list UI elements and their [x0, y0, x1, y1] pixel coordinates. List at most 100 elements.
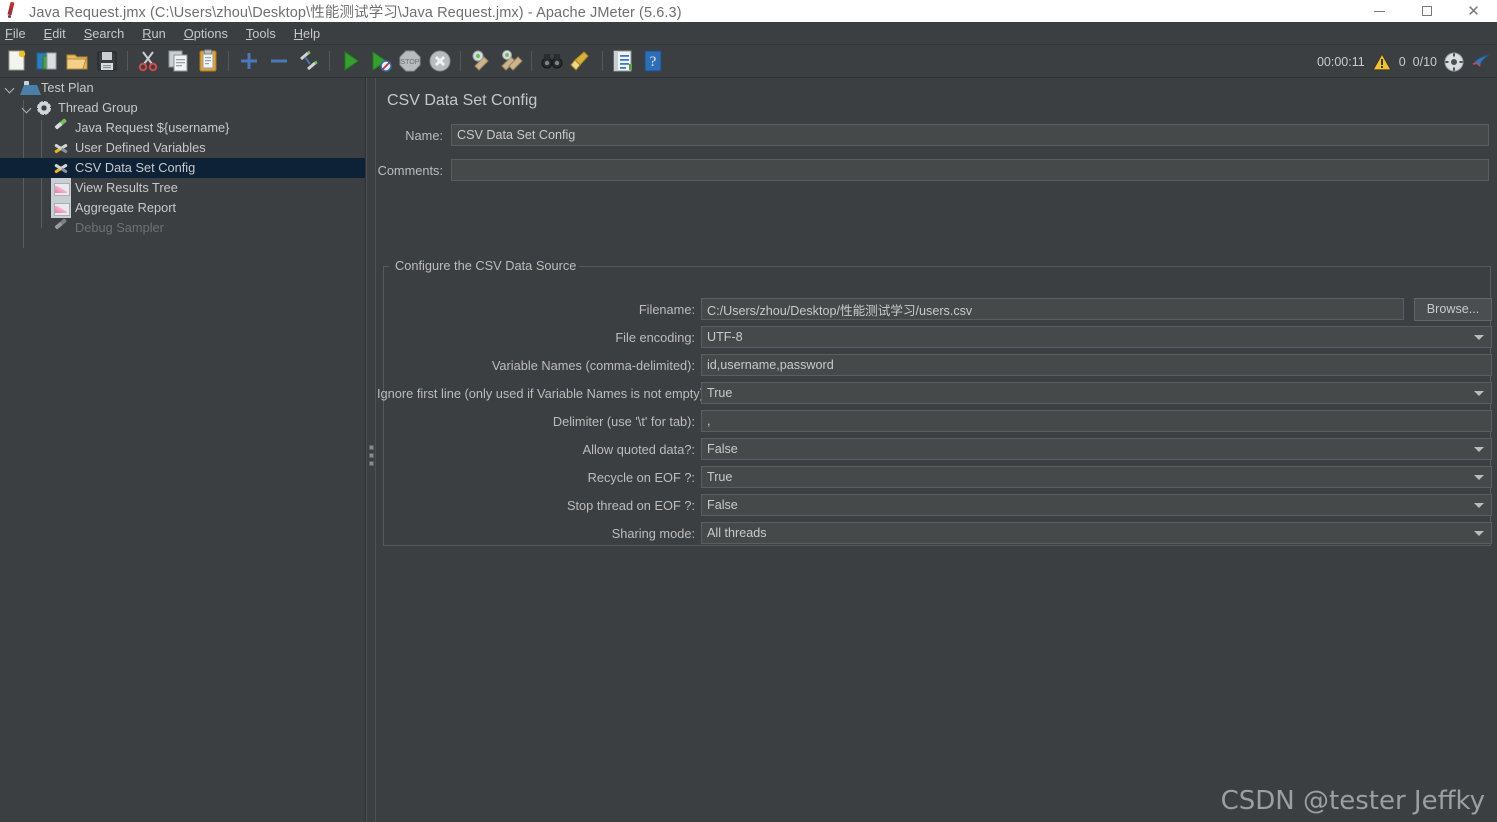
sharing-mode-label: Sharing mode:	[611, 525, 695, 541]
menu-edit[interactable]: Edit	[35, 22, 75, 45]
chevron-down-icon[interactable]	[21, 98, 34, 118]
start-no-pauses-icon[interactable]	[366, 47, 394, 75]
stop-thread-on-eof-label: Stop thread on EOF ?:	[566, 497, 695, 513]
variable-names-row: Variable Names (comma-delimited): id,use…	[377, 354, 1495, 376]
allow-quoted-data-row: Allow quoted data?: False	[377, 438, 1495, 460]
clear-all-icon[interactable]	[497, 47, 525, 75]
allow-quoted-data-label: Allow quoted data?:	[582, 441, 695, 457]
stop-thread-on-eof-row: Stop thread on EOF ?: False	[377, 494, 1495, 516]
toolbar-status-cluster: 00:00:11 0 0/10	[1317, 45, 1491, 78]
remote-start-icon[interactable]	[1444, 52, 1464, 72]
warning-triangle-icon[interactable]	[1371, 52, 1392, 71]
close-button[interactable]: ✕	[1450, 0, 1497, 22]
maximize-button[interactable]	[1403, 0, 1450, 22]
cut-icon[interactable]	[134, 47, 162, 75]
reset-search-icon[interactable]	[568, 47, 596, 75]
start-icon[interactable]	[336, 47, 364, 75]
name-label: Name:	[405, 127, 443, 143]
allow-quoted-data-combo[interactable]: False	[701, 438, 1492, 460]
name-row: Name: CSV Data Set Config	[377, 124, 1495, 146]
paste-icon[interactable]	[194, 47, 222, 75]
chevron-down-icon	[1474, 531, 1484, 536]
open-icon[interactable]	[63, 47, 91, 75]
stop-icon[interactable]: STOP	[396, 47, 424, 75]
delimiter-label: Delimiter (use '\t' for tab):	[552, 413, 695, 429]
stop-thread-on-eof-combo[interactable]: False	[701, 494, 1492, 516]
test-plan-tree[interactable]: Test Plan Thread Group Java Request ${us…	[0, 78, 366, 822]
tree-item-label: View Results Tree	[75, 180, 178, 195]
delimiter-input[interactable]: ,	[701, 410, 1492, 432]
menu-options[interactable]: Options	[175, 22, 237, 45]
browse-button[interactable]: Browse...	[1414, 297, 1492, 321]
menu-search[interactable]: Search	[75, 22, 134, 45]
allow-quoted-data-value: False	[707, 442, 738, 456]
recycle-on-eof-row: Recycle on EOF ?: True	[377, 466, 1495, 488]
clear-icon[interactable]	[467, 47, 495, 75]
delimiter-row: Delimiter (use '\t' for tab): ,	[377, 410, 1495, 432]
ignore-first-line-row: Ignore first line (only used if Variable…	[377, 382, 1495, 404]
menu-file[interactable]: File	[0, 22, 35, 45]
warning-count: 0	[1398, 54, 1406, 69]
chevron-down-icon[interactable]	[4, 78, 17, 98]
toolbar-separator	[460, 51, 461, 71]
tree-item-debug-sampler[interactable]: Debug Sampler	[0, 218, 365, 238]
filename-input[interactable]: C:/Users/zhou/Desktop/性能测试学习/users.csv	[701, 298, 1404, 320]
comments-row: Comments:	[377, 159, 1495, 181]
shutdown-icon[interactable]	[426, 47, 454, 75]
save-icon[interactable]	[93, 47, 121, 75]
tree-item-label: CSV Data Set Config	[75, 160, 196, 175]
chevron-down-icon	[1474, 391, 1484, 396]
chevron-down-icon	[1474, 447, 1484, 452]
ignore-first-line-label: Ignore first line (only used if Variable…	[377, 385, 708, 401]
menu-file-rest: ile	[12, 25, 26, 41]
recycle-on-eof-label: Recycle on EOF ?:	[587, 469, 695, 485]
toggle-icon[interactable]	[295, 47, 323, 75]
function-helper-icon[interactable]	[609, 47, 637, 75]
menu-tools[interactable]: Tools	[237, 22, 285, 45]
tree-item-csv-data-set-config[interactable]: CSV Data Set Config	[0, 158, 365, 178]
menu-run[interactable]: Run	[133, 22, 174, 45]
toolbar-separator	[127, 51, 128, 71]
expand-icon[interactable]	[235, 47, 263, 75]
thread-counter: 0/10	[1412, 54, 1437, 69]
sharing-mode-combo[interactable]: All threads	[701, 522, 1492, 544]
watermark: CSDN @tester Jeffky	[1220, 786, 1485, 816]
svg-text:STOP: STOP	[401, 59, 420, 66]
filename-label: Filename:	[638, 301, 695, 317]
recycle-on-eof-combo[interactable]: True	[701, 466, 1492, 488]
collapse-icon[interactable]	[265, 47, 293, 75]
split-pane-divider[interactable]	[366, 78, 376, 822]
ignore-first-line-combo[interactable]: True	[701, 382, 1492, 404]
tree-item-aggregate-report[interactable]: Aggregate Report	[0, 198, 365, 218]
tool-bar: STOP ? 00:00:11 0 0/10	[0, 45, 1497, 78]
tree-item-view-results-tree[interactable]: View Results Tree	[0, 178, 365, 198]
toolbar-separator	[602, 51, 603, 71]
tree-item-test-plan[interactable]: Test Plan	[0, 78, 365, 98]
minimize-button[interactable]	[1356, 0, 1403, 22]
ignore-first-line-value: True	[707, 386, 733, 400]
menu-help[interactable]: Help	[285, 22, 329, 45]
java-request-icon	[51, 218, 71, 238]
name-input[interactable]: CSV Data Set Config	[451, 124, 1489, 146]
main-split-pane: Test Plan Thread Group Java Request ${us…	[0, 78, 1497, 822]
file-encoding-combo[interactable]: UTF-8	[701, 326, 1492, 348]
new-test-plan-icon[interactable]	[3, 47, 31, 75]
tree-item-user-defined-variables[interactable]: User Defined Variables	[0, 138, 365, 158]
page-title: CSV Data Set Config	[387, 92, 538, 109]
stop-thread-on-eof-value: False	[707, 498, 738, 512]
tree-item-thread-group[interactable]: Thread Group	[0, 98, 365, 118]
file-encoding-row: File encoding: UTF-8	[377, 326, 1495, 348]
tree-item-label: Test Plan	[41, 80, 94, 95]
variable-names-input[interactable]: id,username,password	[701, 354, 1492, 376]
search-icon[interactable]	[538, 47, 566, 75]
comments-input[interactable]	[451, 159, 1489, 181]
listener-icon	[51, 198, 71, 218]
copy-icon[interactable]	[164, 47, 192, 75]
listener-icon	[51, 178, 71, 198]
help-icon[interactable]: ?	[639, 47, 667, 75]
stop-remote-icon[interactable]	[1471, 52, 1491, 72]
comments-label: Comments:	[377, 162, 443, 178]
filename-row: Filename: C:/Users/zhou/Desktop/性能测试学习/u…	[377, 297, 1495, 321]
tree-item-java-request[interactable]: Java Request ${username}	[0, 118, 365, 138]
templates-icon[interactable]	[33, 47, 61, 75]
